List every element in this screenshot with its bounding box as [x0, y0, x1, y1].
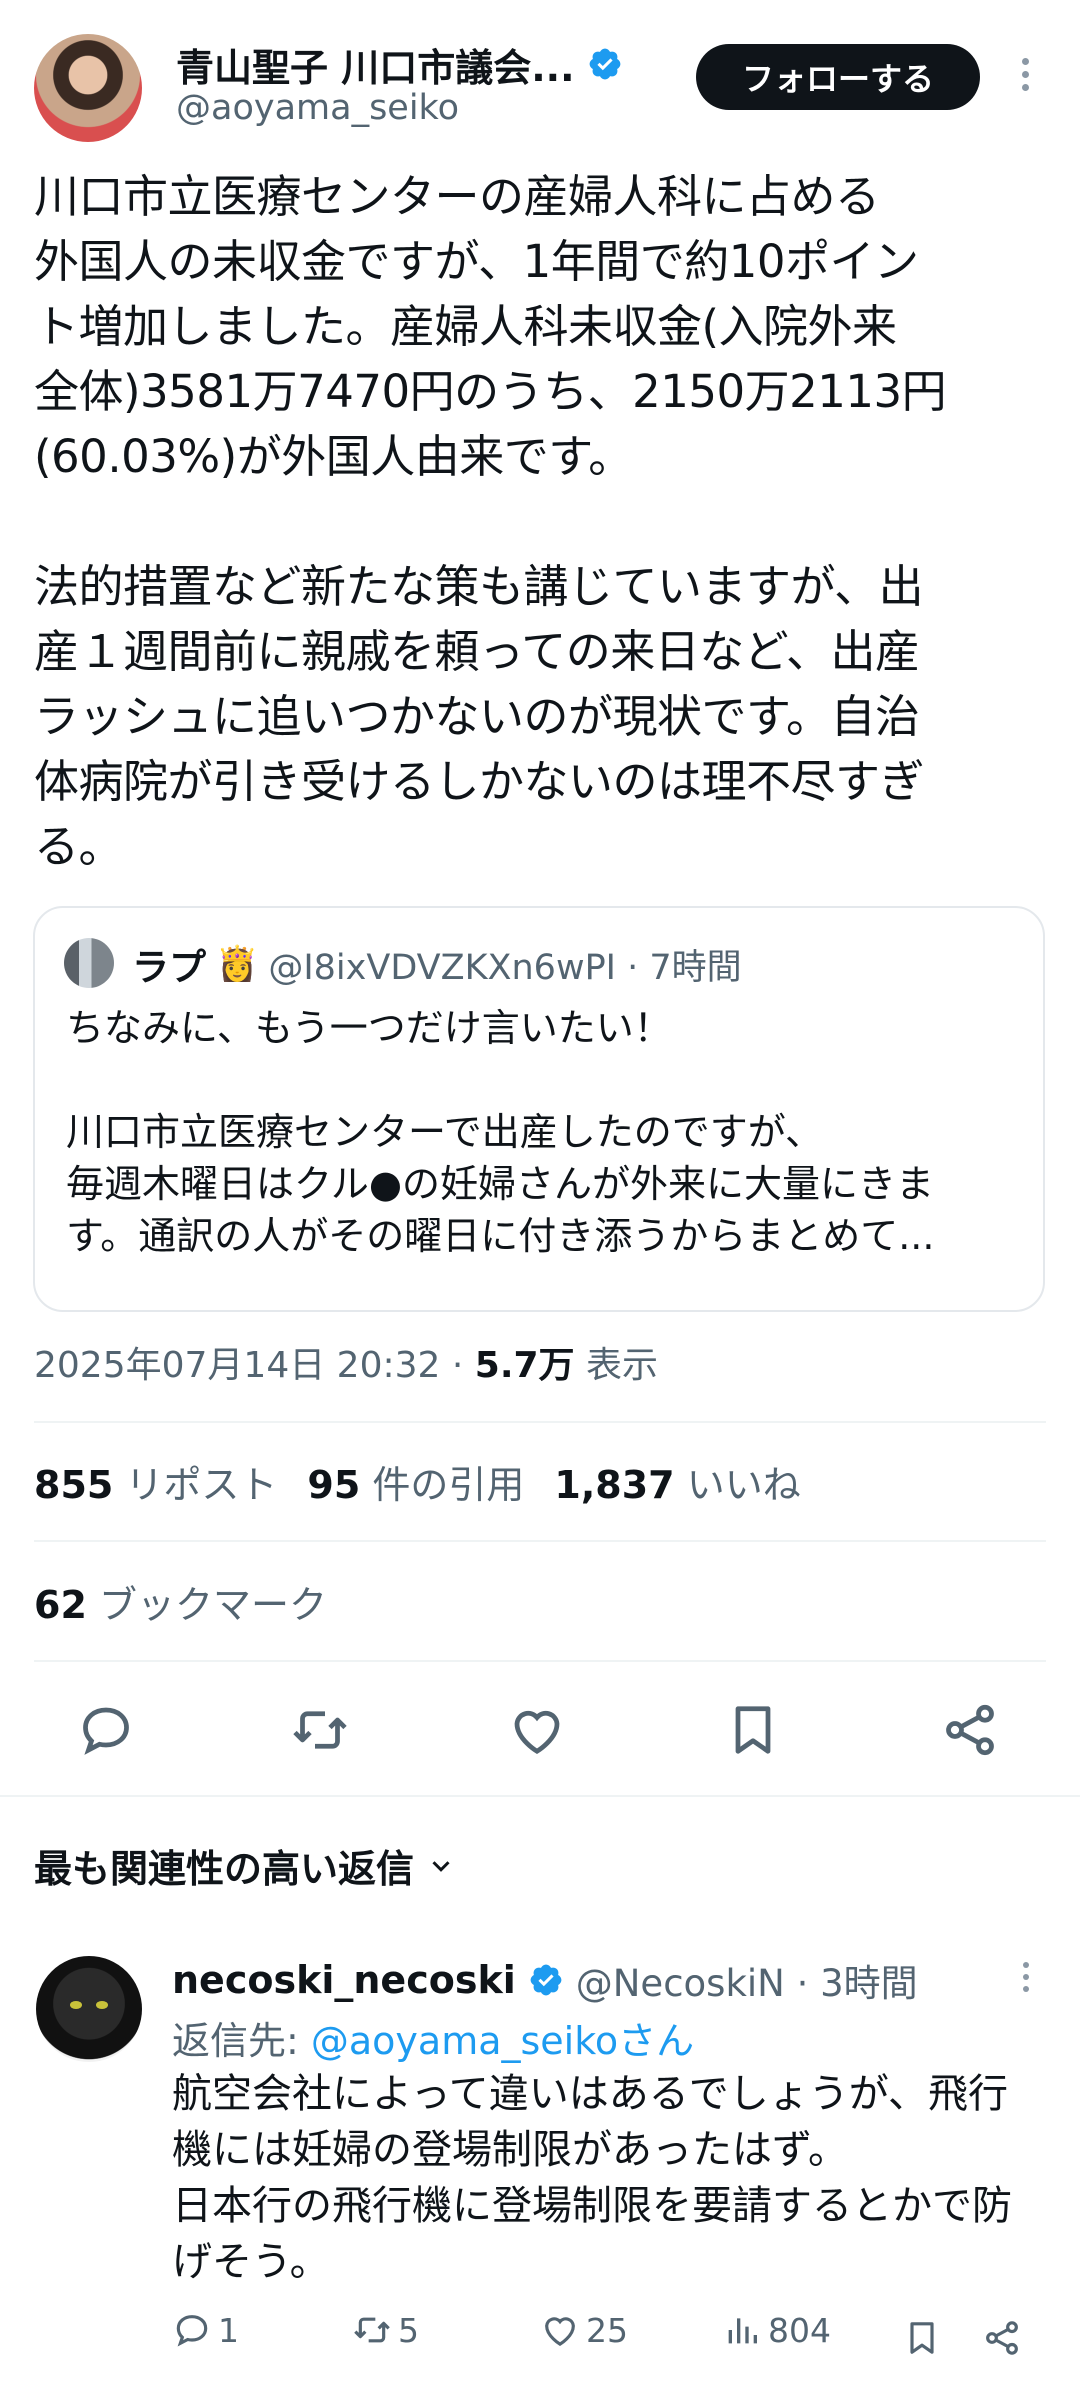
verified-badge-icon: [530, 1964, 562, 1996]
quotes-stat[interactable]: 95 件の引用: [307, 1454, 524, 1509]
reply-author-meta[interactable]: @NecoskiN · 3時間: [576, 1953, 918, 2007]
more-vertical-icon[interactable]: [1010, 58, 1040, 98]
timestamp-text: 2025年07月14日 20:32 ·: [34, 1345, 475, 1386]
views-label: 表示: [574, 1345, 658, 1386]
share-icon[interactable]: [982, 2318, 1022, 2358]
retweet-count: 5: [398, 2310, 419, 2350]
reply-icon[interactable]: [76, 1700, 136, 1760]
replies-sort-label: 最も関連性の高い返信: [34, 1847, 415, 1891]
author-avatar[interactable]: [34, 34, 142, 142]
quoted-author-avatar: [64, 938, 114, 988]
tweet-text: 川口市立医療センターの産婦人科に占める 外国人の未収金ですが、1年間で約10ポイ…: [34, 170, 947, 873]
verified-badge-icon: [589, 48, 620, 80]
bookmark-icon[interactable]: [902, 2318, 942, 2358]
engagement-stats: 855 リポスト 95 件の引用 1,837 いいね: [34, 1454, 801, 1509]
tweet-timestamp[interactable]: 2025年07月14日 20:32 · 5.7万 表示: [34, 1336, 658, 1388]
view-count: 804: [768, 2310, 831, 2350]
like-icon[interactable]: [507, 1700, 567, 1760]
reply-action-bar: 1 5 25 804: [172, 2310, 1032, 2366]
author-handle[interactable]: @aoyama_seiko: [176, 88, 459, 128]
like-count: 25: [586, 2310, 628, 2350]
divider: [34, 1660, 1046, 1662]
author-name[interactable]: 青山聖子 川口市議会...: [176, 37, 575, 92]
divider: [34, 1540, 1046, 1542]
follow-button[interactable]: フォローする: [696, 44, 980, 110]
more-vertical-icon[interactable]: [1020, 1962, 1032, 2002]
reply-views-button[interactable]: 804: [722, 2310, 831, 2350]
reply-icon: [176, 2315, 208, 2347]
reply-header: necoski_necoski @NecoskiN · 3時間: [172, 1952, 918, 2008]
views-icon: [728, 2318, 757, 2344]
replies-sort-dropdown[interactable]: 最も関連性の高い返信: [34, 1838, 456, 1893]
reply-like-button[interactable]: 25: [540, 2310, 628, 2350]
quoted-author-name: ラプ: [132, 946, 206, 989]
cat-eyes-icon: [70, 2001, 108, 2009]
likes-stat[interactable]: 1,837 いいね: [554, 1454, 800, 1509]
share-icon[interactable]: [940, 1700, 1000, 1760]
reposts-stat[interactable]: 855 リポスト: [34, 1454, 277, 1509]
section-divider: [0, 1795, 1080, 1797]
divider: [34, 1421, 1046, 1423]
retweet-icon: [354, 2317, 390, 2343]
reply-text: 航空会社によって違いはあるでしょうが、飛行 機には妊婦の登場制限があったはず。 …: [172, 2071, 1012, 2285]
tweet-action-bar: [0, 1700, 1080, 1768]
like-icon: [545, 2317, 575, 2347]
author-name-line[interactable]: 青山聖子 川口市議会...: [176, 38, 623, 90]
retweet-icon[interactable]: [290, 1700, 350, 1760]
reply-to-mention[interactable]: @aoyama_seikoさん: [311, 2019, 694, 2063]
views-count: 5.7万: [474, 1345, 575, 1386]
reply-author-name[interactable]: necoski_necoski: [172, 1958, 516, 2002]
quoted-author-meta: @I8ixVDVZKXn6wPI · 7時間: [268, 947, 742, 988]
reply-count: 1: [218, 2310, 239, 2350]
bookmark-icon[interactable]: [723, 1700, 783, 1760]
chevron-down-icon: [432, 1860, 450, 1872]
quoted-tweet-header: ラプ 👸 @I8ixVDVZKXn6wPI · 7時間: [132, 938, 742, 990]
quoted-author-emoji: 👸: [216, 944, 259, 984]
reply-retweet-button[interactable]: 5: [352, 2310, 419, 2350]
bookmarks-stat[interactable]: 62 ブックマーク: [34, 1574, 327, 1629]
reply-to-line: 返信先: @aoyama_seikoさん: [172, 2010, 694, 2065]
reply-reply-button[interactable]: 1: [172, 2310, 239, 2350]
reply-to-prefix: 返信先:: [172, 2019, 311, 2063]
quoted-tweet-text: ちなみに、もう一つだけ言いたい！ 川口市立医療センターで出産したのですが、 毎週…: [66, 1006, 935, 1258]
